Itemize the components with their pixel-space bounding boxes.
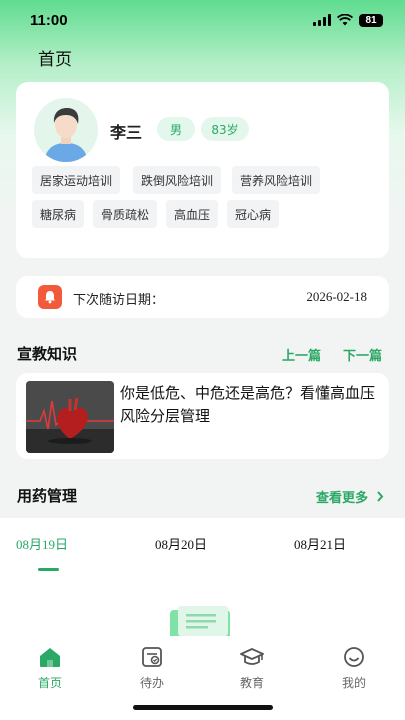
- tag-chip: 高血压: [166, 200, 219, 228]
- nav-education-label: 教育: [239, 676, 264, 690]
- medication-section-title: 用药管理: [17, 487, 78, 505]
- age-badge: 83岁: [201, 117, 249, 141]
- nav-home-label: 首页: [37, 676, 62, 690]
- signal-icon: [313, 14, 331, 26]
- date-tab-1[interactable]: 08月19日: [16, 534, 68, 553]
- tag-chip: 营养风险培训: [232, 166, 321, 194]
- nav-profile[interactable]: 我的: [324, 646, 384, 691]
- avatar-person-icon: [34, 98, 98, 162]
- prev-article-button[interactable]: 上一篇: [282, 345, 321, 364]
- gender-badge: 男: [157, 117, 195, 141]
- next-visit-card[interactable]: 下次随访日期： 2026-02-18: [16, 276, 389, 318]
- status-bar: 11:00 81: [0, 0, 405, 40]
- status-time: 11:00: [30, 11, 68, 29]
- nav-todo[interactable]: 待办: [122, 646, 182, 691]
- tag-chip: 跌倒风险培训: [133, 166, 222, 194]
- education-section-title: 宣教知识: [17, 345, 78, 363]
- avatar: [34, 98, 98, 162]
- view-more-label: 查看更多: [316, 491, 369, 506]
- tag-chip: 糖尿病: [32, 200, 85, 228]
- article-title: 你是低危、中危还是高危？看懂高血压风险分层管理: [120, 384, 376, 425]
- active-tab-underline: [38, 568, 59, 571]
- bell-icon: [38, 285, 62, 309]
- tag-chip: 居家运动培训: [32, 166, 121, 194]
- tag-chip: 骨质疏松: [93, 200, 158, 228]
- system-icons: 81: [313, 13, 383, 27]
- next-article-button[interactable]: 下一篇: [343, 345, 382, 364]
- next-visit-date: 2026-02-18: [306, 289, 367, 304]
- nav-todo-label: 待办: [139, 676, 164, 690]
- tag-chip: 冠心病: [227, 200, 280, 228]
- heart-ecg-image: [26, 381, 114, 453]
- article-thumbnail: [26, 381, 114, 453]
- date-tab-3[interactable]: 08月21日: [294, 534, 346, 553]
- todo-icon: [142, 647, 162, 667]
- home-icon: [40, 648, 60, 667]
- page-title: 首页: [38, 50, 72, 70]
- profile-smile-icon: [344, 647, 364, 667]
- home-indicator: [133, 705, 273, 710]
- wifi-icon: [337, 14, 353, 26]
- empty-document-icon: [170, 606, 230, 636]
- view-more-button[interactable]: 查看更多: [316, 487, 384, 506]
- next-visit-label: 下次随访日期：: [73, 293, 165, 308]
- patient-name: 李三: [110, 123, 143, 142]
- article-card[interactable]: 你是低危、中危还是高危？看懂高血压风险分层管理: [16, 373, 389, 459]
- nav-education[interactable]: 教育: [222, 646, 282, 691]
- battery-icon: 81: [359, 13, 383, 27]
- date-tab-2[interactable]: 08月20日: [155, 534, 207, 553]
- nav-profile-label: 我的: [341, 676, 366, 690]
- graduation-cap-icon: [240, 648, 264, 665]
- nav-home[interactable]: 首页: [20, 646, 80, 691]
- chevron-right-icon: [376, 491, 383, 502]
- medication-panel: 08月19日 08月20日 08月21日: [0, 518, 405, 636]
